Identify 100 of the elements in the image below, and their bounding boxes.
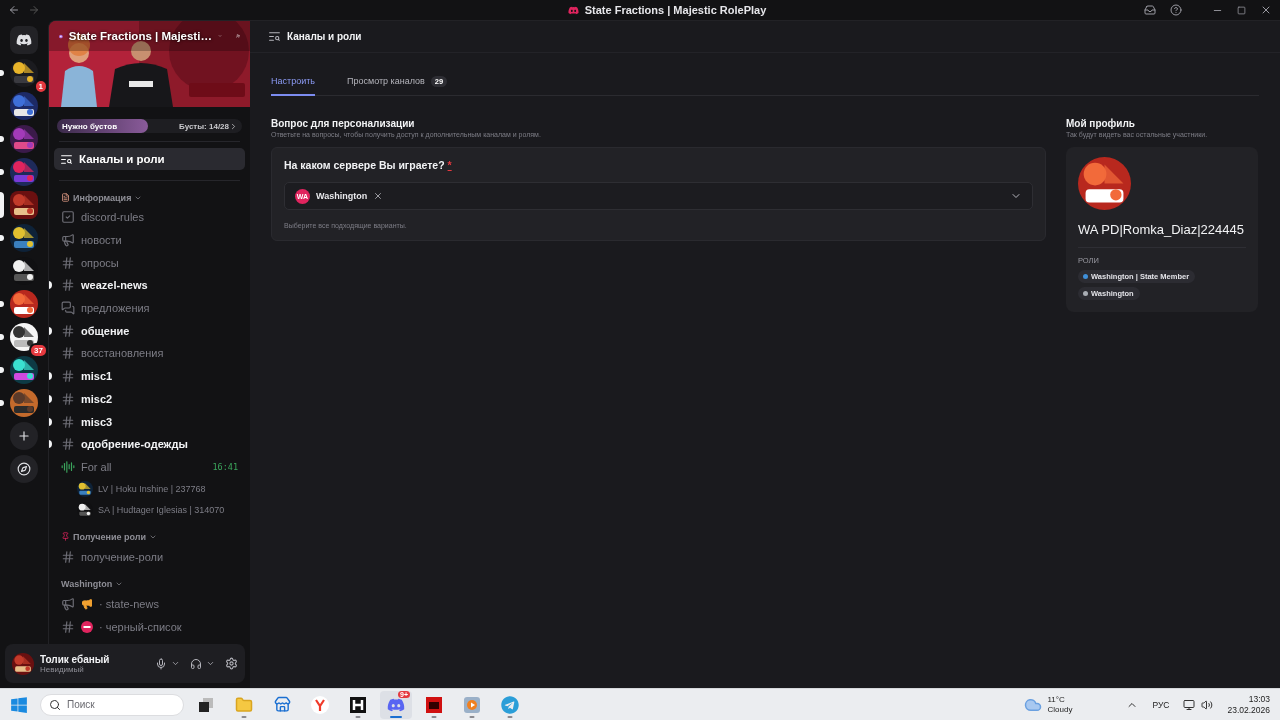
channel-item[interactable]: misc1 <box>57 364 242 388</box>
hash-icon <box>61 369 75 384</box>
server-icon[interactable] <box>10 58 38 87</box>
volume-icon[interactable] <box>1201 698 1214 711</box>
channel-item[interactable]: опросы <box>57 251 242 275</box>
mention-badge: 1 <box>33 79 48 94</box>
add-server-button[interactable] <box>10 421 38 450</box>
channel-item[interactable]: общение <box>57 319 242 343</box>
section-title: Вопрос для персонализации <box>271 118 416 129</box>
settings-icon[interactable] <box>225 657 238 670</box>
boost-label: Нужно бустов <box>61 121 119 131</box>
hash-icon <box>61 391 75 406</box>
microphone-icon[interactable] <box>155 657 167 670</box>
home-button[interactable] <box>10 25 38 54</box>
channel-item[interactable]: misc3 <box>57 410 242 433</box>
voice-timer: 16:41 <box>212 461 239 472</box>
hash-icon <box>61 278 75 293</box>
plus-icon <box>17 428 31 443</box>
temperature: 11°C <box>1047 694 1066 705</box>
hash-icon <box>61 619 75 634</box>
voice-icon <box>61 459 75 474</box>
app-icon <box>350 696 366 713</box>
profile-name: WA PD|Romka_Diaz|224445 <box>1078 222 1245 237</box>
channels-roles-link[interactable]: Каналы и роли <box>54 148 245 170</box>
browser-icon <box>311 695 329 714</box>
app-icon <box>567 4 579 16</box>
pin-icon <box>61 532 70 542</box>
chevron-icon[interactable] <box>171 659 180 668</box>
user-status: Невидимый <box>40 664 85 674</box>
search-field[interactable]: Поиск <box>40 693 184 716</box>
explore-button[interactable] <box>10 454 38 483</box>
chevron-icon <box>229 121 238 131</box>
question-text: На каком сервере Вы играете? * <box>284 159 453 171</box>
weather-condition: Cloudy <box>1047 704 1073 715</box>
hash-icon <box>61 323 75 338</box>
tab[interactable]: Настроить <box>271 68 315 96</box>
clock-time: 13:03 <box>1247 693 1270 705</box>
channel-item[interactable]: weazel-news <box>57 274 242 297</box>
mention-badge: 37 <box>29 343 48 358</box>
channel-browser-icon <box>60 152 73 166</box>
category-header[interactable]: Washington <box>61 575 250 593</box>
search-icon <box>49 698 61 711</box>
channel-item[interactable]: · state-news <box>57 592 242 616</box>
no-entry-icon <box>81 620 93 633</box>
megaphone-icon <box>81 598 93 611</box>
network-icon[interactable] <box>1183 698 1196 711</box>
server-icon[interactable] <box>10 289 38 318</box>
category-header[interactable]: Получение роли <box>61 528 250 546</box>
selected-option: Washington <box>316 191 368 201</box>
channel-item[interactable]: misc2 <box>57 387 242 411</box>
hash-icon <box>61 255 75 270</box>
remove-icon[interactable] <box>373 191 384 201</box>
boost-count: Бусты: 14/28 <box>179 121 242 131</box>
category-header[interactable]: Информация <box>61 189 250 206</box>
back-icon[interactable] <box>8 4 20 16</box>
help-icon[interactable] <box>1170 4 1182 16</box>
folder-icon <box>235 695 253 714</box>
channel-browser-icon <box>268 30 281 43</box>
hash-icon <box>61 549 75 564</box>
server-icon[interactable] <box>10 91 38 120</box>
clock-date: 23.02.2026 <box>1227 704 1270 716</box>
server-icon[interactable] <box>10 190 38 219</box>
close-icon[interactable] <box>1260 4 1272 16</box>
server-icon[interactable] <box>10 355 38 384</box>
boost-bar[interactable]: Нужно бустов Бусты: 14/28 <box>57 119 242 133</box>
megaphone-icon <box>61 233 75 248</box>
channel-item[interactable]: восстановления <box>57 342 242 365</box>
hash-icon <box>61 437 75 452</box>
section-title: Мой профиль <box>1066 118 1137 129</box>
language-indicator[interactable]: РУС <box>1152 699 1170 710</box>
channel-item[interactable]: одобрение-одежды <box>57 432 242 456</box>
megaphone-icon <box>61 597 75 612</box>
channel-item[interactable]: новости <box>57 228 242 252</box>
server-icon[interactable] <box>10 223 38 252</box>
window-title: State Fractions | Majestic RolePlay <box>584 4 767 16</box>
chevron-icon[interactable] <box>206 659 215 668</box>
rules-icon <box>61 210 75 225</box>
channel-item[interactable]: discord-rules <box>57 206 242 229</box>
channel-item[interactable]: · черный-список <box>57 615 242 639</box>
forum-icon <box>61 301 75 316</box>
channel-item[interactable]: For all 16:41 <box>57 455 242 479</box>
media-player-icon <box>464 696 480 713</box>
document-icon <box>61 193 70 202</box>
page-title: Каналы и роли <box>287 31 362 42</box>
channel-item[interactable]: получение-роли <box>57 545 242 568</box>
hash-icon <box>61 414 75 429</box>
maximize-icon[interactable] <box>1237 5 1246 15</box>
discord-icon <box>16 31 32 48</box>
voice-member[interactable]: SA | Hudtager Iglesias | 314070 <box>77 499 250 521</box>
inbox-icon[interactable] <box>1144 4 1156 16</box>
start-icon[interactable] <box>10 695 28 714</box>
voice-member[interactable]: LV | Hoku Inshine | 237768 <box>77 478 250 500</box>
hash-icon <box>61 346 75 361</box>
app-icon <box>426 696 442 713</box>
channel-item[interactable]: предложения <box>57 296 242 320</box>
compass-icon <box>17 461 31 476</box>
telegram-icon <box>501 695 519 714</box>
headphones-icon[interactable] <box>190 657 202 670</box>
store-icon <box>273 696 291 713</box>
user-name: Толик ебаный <box>40 653 111 665</box>
